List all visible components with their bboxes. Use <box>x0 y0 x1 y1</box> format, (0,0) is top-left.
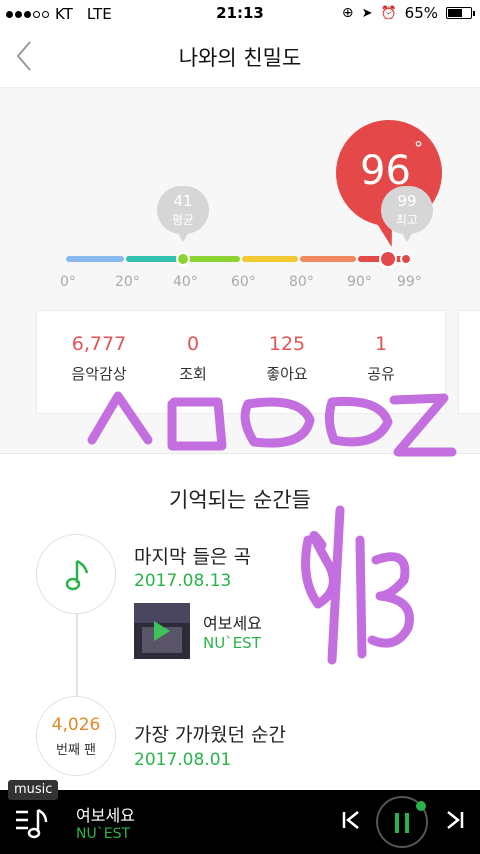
tick-label: 40° <box>173 274 198 290</box>
tick-label: 90° <box>347 274 372 290</box>
music-note-icon <box>65 559 89 591</box>
stat-label: 공유 <box>367 365 395 383</box>
scale-bar-segment-2 <box>126 256 182 262</box>
max-pill: 99 최고 <box>381 186 433 234</box>
music-tag: music <box>8 780 59 800</box>
stat-label: 조회 <box>179 365 207 383</box>
tick-label: 80° <box>289 274 314 290</box>
average-label: 평균 <box>171 213 195 227</box>
stat-views: 0 조회 <box>143 333 243 384</box>
tick-label: 20° <box>115 274 140 290</box>
moment-title: 마지막 들은 곡 <box>134 546 251 568</box>
moment-date: 2017.08.01 <box>134 750 232 770</box>
average-value: 41 <box>173 192 193 210</box>
last-played-circle <box>36 534 116 614</box>
location-icon: ➤ <box>361 5 373 21</box>
stat-label: 좋아요 <box>266 365 308 383</box>
track-title[interactable]: 여보세요 <box>203 610 262 634</box>
pause-icon <box>405 813 409 833</box>
scale-bar-segment-1 <box>66 256 124 262</box>
stat-listens: 6,777 음악감상 <box>49 333 149 384</box>
playlist-icon[interactable] <box>14 804 50 840</box>
tick-label: 60° <box>231 274 256 290</box>
average-pill: 41 평균 <box>157 186 209 234</box>
battery-icon <box>446 7 475 19</box>
battery-percent: 65% <box>404 4 438 22</box>
average-marker <box>176 252 190 266</box>
content-area[interactable]: 96 ° 41 평균 99 최고 0° 20° 40° 60° 80° 90° … <box>0 88 480 788</box>
skip-next-icon <box>447 811 464 829</box>
max-marker <box>400 253 412 265</box>
tick-label: 0° <box>60 274 76 290</box>
stat-likes: 125 좋아요 <box>237 333 337 384</box>
scale-bar-segment-4 <box>242 256 298 262</box>
scale-bar-segment-3 <box>184 256 240 262</box>
play-icon[interactable] <box>154 621 170 641</box>
average-pill-tail <box>177 232 189 242</box>
status-bar: KT LTE 21:13 ⊕ ➤ ⏰ 65% <box>0 0 480 28</box>
stat-value: 6,777 <box>71 333 127 355</box>
scale-bar-segment-5 <box>300 256 356 262</box>
next-card-peek[interactable] <box>458 310 480 414</box>
stat-value: 125 <box>268 333 306 355</box>
next-button[interactable] <box>440 808 470 838</box>
stat-shares: 1 공유 <box>331 333 431 384</box>
stat-value: 1 <box>374 333 388 355</box>
stat-value: 0 <box>186 333 200 355</box>
max-value: 99 <box>397 192 417 210</box>
page-title: 나와의 친밀도 <box>178 46 302 70</box>
progress-indicator <box>416 801 426 811</box>
pause-icon <box>395 813 399 833</box>
album-art[interactable] <box>134 603 190 659</box>
score-marker <box>379 250 397 268</box>
player-track-title[interactable]: 여보세요 <box>76 802 135 826</box>
moment-date: 2017.08.13 <box>134 571 232 591</box>
status-right: ⊕ ➤ ⏰ 65% <box>341 4 475 22</box>
skip-previous-icon <box>342 811 359 829</box>
max-label: 최고 <box>395 213 419 227</box>
alarm-icon: ⏰ <box>380 5 397 21</box>
fan-rank-circle: 4,026 번째 팬 <box>36 696 116 776</box>
tick-label: 99° <box>397 274 422 290</box>
track-artist[interactable]: NU`EST <box>203 634 261 652</box>
moments-title: 기억되는 순간들 <box>169 488 311 512</box>
max-pill-tail <box>401 232 413 242</box>
stats-card: 6,777 음악감상 0 조회 125 좋아요 1 공유 <box>36 310 446 414</box>
moment-title: 가장 가까웠던 순간 <box>134 724 286 746</box>
mini-player[interactable]: 여보세요 NU`EST <box>0 790 480 854</box>
stat-label: 음악감상 <box>71 365 127 383</box>
score-unit: ° <box>414 138 423 159</box>
player-track-artist[interactable]: NU`EST <box>76 826 130 842</box>
fan-number: 4,026 <box>51 715 101 735</box>
nav-bar: 나와의 친밀도 <box>0 28 480 88</box>
previous-button[interactable] <box>336 808 366 838</box>
fan-label: 번째 팬 <box>55 743 96 758</box>
rotation-lock-icon: ⊕ <box>341 5 354 21</box>
